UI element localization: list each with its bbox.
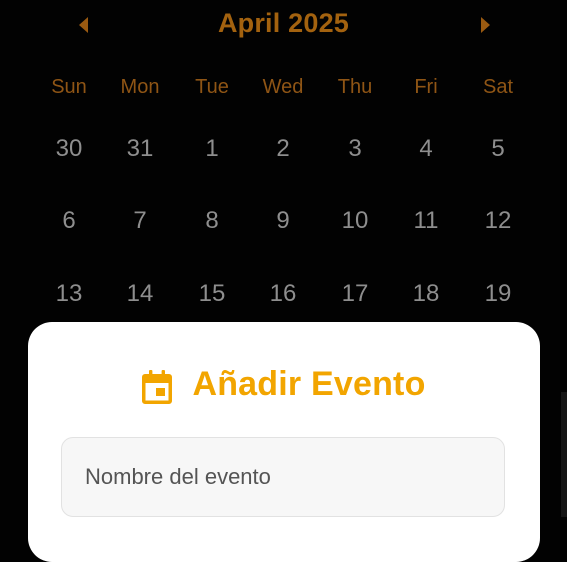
day-cell[interactable]: 5 <box>462 135 534 163</box>
day-cell[interactable]: 9 <box>247 207 319 235</box>
day-cell[interactable]: 2 <box>247 135 319 163</box>
day-cell[interactable]: 19 <box>462 280 534 308</box>
weekday-label: Mon <box>120 76 160 98</box>
week-row: 13 14 15 16 17 18 19 <box>0 280 567 316</box>
day-cell[interactable]: 6 <box>33 207 105 235</box>
day-cell[interactable]: 1 <box>176 135 248 163</box>
day-cell[interactable]: 13 <box>33 280 105 308</box>
day-cell[interactable]: 11 <box>390 207 462 235</box>
day-cell[interactable]: 8 <box>176 207 248 235</box>
sheet-title-row: Añadir Evento <box>28 362 540 406</box>
chevron-right-icon[interactable] <box>481 17 490 33</box>
event-name-input[interactable] <box>61 437 505 517</box>
week-row: 30 31 1 2 3 4 5 <box>0 135 567 171</box>
calendar-header: April 2025 <box>0 0 567 54</box>
day-cell[interactable]: 3 <box>319 135 391 163</box>
sheet-title: Añadir Evento <box>192 364 426 403</box>
day-cell[interactable]: 10 <box>319 207 391 235</box>
weekday-label: Sat <box>482 76 514 98</box>
day-cell[interactable]: 18 <box>390 280 462 308</box>
day-cell[interactable]: 15 <box>176 280 248 308</box>
day-cell[interactable]: 31 <box>104 135 176 163</box>
background-panel-edge <box>561 392 567 517</box>
weekday-label: Sun <box>51 76 87 98</box>
weekday-label: Tue <box>195 76 229 98</box>
day-cell[interactable]: 14 <box>104 280 176 308</box>
day-cell[interactable]: 12 <box>462 207 534 235</box>
weekday-header-row: Sun Mon Tue Wed Thu Fri Sat <box>0 76 567 106</box>
weekday-label: Wed <box>262 76 304 98</box>
day-cell[interactable]: 16 <box>247 280 319 308</box>
add-event-sheet: Añadir Evento <box>28 322 540 562</box>
weekday-label: Thu <box>337 76 373 98</box>
day-cell[interactable]: 4 <box>390 135 462 163</box>
calendar-icon <box>142 370 173 404</box>
day-cell[interactable]: 30 <box>33 135 105 163</box>
week-row: 6 7 8 9 10 11 12 <box>0 207 567 243</box>
day-cell[interactable]: 17 <box>319 280 391 308</box>
weekday-label: Fri <box>414 76 438 98</box>
day-cell[interactable]: 7 <box>104 207 176 235</box>
